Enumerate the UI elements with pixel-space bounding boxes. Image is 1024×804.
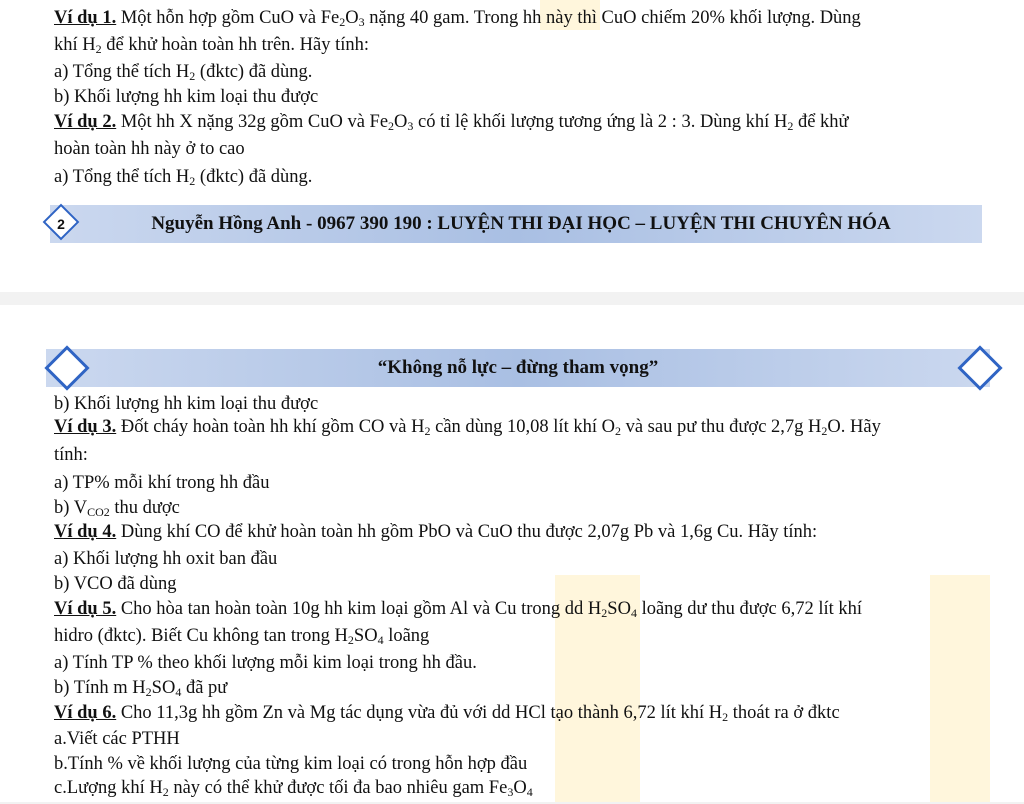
ex6-question-c: c.Lượng khí H2 này có thể khử được tối đ… (54, 778, 533, 799)
ex1-question-a: a) Tổng thể tích H2 (đktc) đã dùng. (54, 62, 313, 83)
ex5-question-b: b) Tính m H2SO4 đã pư (54, 678, 228, 699)
ex3-question-a: a) TP% mỗi khí trong hh đầu (54, 473, 270, 493)
ex1-line1: Ví dụ 1. Một hỗn hợp gồm CuO và Fe2O3 nặ… (54, 8, 861, 29)
page-1: Ví dụ 1. Một hỗn hợp gồm CuO và Fe2O3 nặ… (0, 0, 1024, 292)
ex4-question-b: b) VCO đã dùng (54, 574, 177, 594)
footer-banner: Nguyễn Hồng Anh - 0967 390 190 : LUYỆN T… (50, 205, 982, 243)
ex2-line1: Ví dụ 2. Một hh X nặng 32g gồm CuO và Fe… (54, 112, 849, 133)
ex5-line2: hidro (đktc). Biết Cu không tan trong H2… (54, 626, 430, 647)
footer-text: Nguyễn Hồng Anh - 0967 390 190 : LUYỆN T… (151, 213, 891, 234)
page-number: 2 (57, 216, 65, 232)
ex1-question-b: b) Khối lượng hh kim loại thu được (54, 87, 319, 107)
watermark (930, 575, 990, 802)
ex4-question-a: a) Khối lượng hh oxit ban đầu (54, 549, 278, 569)
header-motto: “Không nỗ lực – đừng tham vọng” (377, 357, 659, 378)
ex2-question-b: b) Khối lượng hh kim loại thu được (54, 394, 319, 414)
ex1-line2: khí H2 để khử hoàn toàn hh trên. Hãy tín… (54, 35, 370, 56)
ex6-line1: Ví dụ 6. Cho 11,3g hh gồm Zn và Mg tác d… (54, 703, 840, 724)
ex6-question-a: a.Viết các PTHH (54, 729, 180, 749)
ex2-question-a: a) Tổng thể tích H2 (đktc) đã dùng. (54, 167, 313, 188)
ex2-line2: hoàn toàn hh này ở to cao (54, 139, 245, 159)
ex5-question-a: a) Tính TP % theo khối lượng mỗi kim loạ… (54, 653, 477, 673)
ex6-question-b: b.Tính % về khối lượng của từng kim loại… (54, 754, 528, 774)
ex3-line1: Ví dụ 3. Đốt cháy hoàn toàn hh khí gồm C… (54, 417, 881, 438)
ex5-line1: Ví dụ 5. Cho hòa tan hoàn toàn 10g hh ki… (54, 599, 863, 620)
ex3-line2: tính: (54, 445, 88, 465)
ex4-line1: Ví dụ 4. Dùng khí CO để khử hoàn toàn hh… (54, 522, 818, 542)
header-banner: “Không nỗ lực – đừng tham vọng” (46, 349, 990, 387)
page-number-badge: 2 (42, 203, 81, 242)
